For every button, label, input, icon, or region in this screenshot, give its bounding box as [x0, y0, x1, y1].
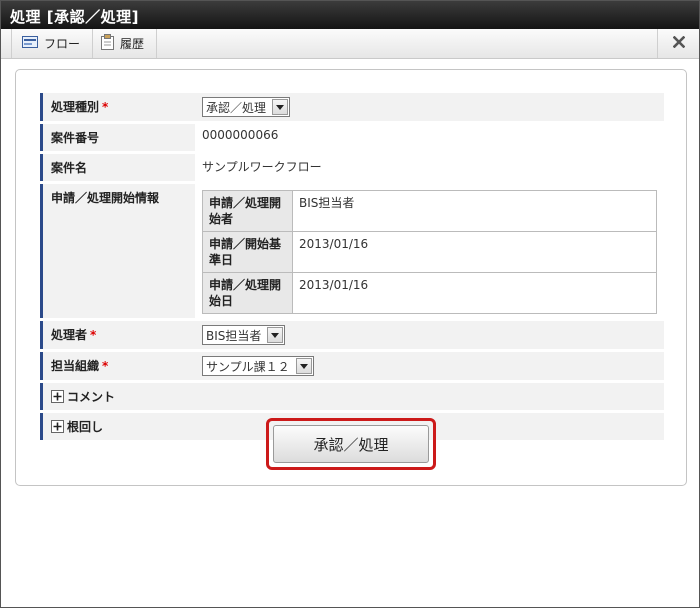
approve-process-button[interactable]: 承認／処理	[273, 425, 429, 463]
required-mark: *	[102, 100, 109, 114]
org-select[interactable]: サンプル課１２	[202, 356, 314, 376]
start-info-row: 申請／処理開始日 2013/01/16	[202, 272, 657, 314]
toolbar: フロー 履歴	[1, 29, 699, 59]
start-info-row-value: 2013/01/16	[292, 272, 657, 314]
label-start-info: 申請／処理開始情報	[40, 184, 195, 318]
start-info-row: 申請／処理開始者 BIS担当者	[202, 190, 657, 232]
chevron-down-icon	[267, 327, 284, 343]
case-name-value: サンプルワークフロー	[195, 154, 664, 181]
start-info-row-value: BIS担当者	[292, 190, 657, 232]
label-case-name: 案件名	[40, 154, 195, 181]
start-info-table: 申請／処理開始者 BIS担当者 申請／開始基準日 2013/01/16 申請／処…	[202, 190, 657, 314]
processor-value: BIS担当者	[206, 328, 262, 343]
processor-select[interactable]: BIS担当者	[202, 325, 286, 345]
history-button[interactable]: 履歴	[91, 29, 158, 58]
plus-icon	[51, 420, 64, 433]
label-process-type: 処理種別 *	[40, 93, 195, 121]
history-label: 履歴	[120, 37, 145, 51]
process-type-value: 承認／処理	[206, 100, 267, 115]
close-icon	[672, 35, 685, 51]
comment-expander[interactable]: コメント	[51, 388, 187, 405]
row-comment: コメント	[40, 383, 664, 410]
close-button[interactable]	[657, 29, 699, 58]
start-info-row: 申請／開始基準日 2013/01/16	[202, 231, 657, 273]
required-mark: *	[102, 359, 109, 373]
comment-label: コメント	[67, 390, 116, 404]
nemawashi-label: 根回し	[67, 420, 104, 434]
row-org: 担当組織 * サンプル課１２	[40, 352, 664, 380]
flow-icon	[22, 36, 38, 51]
chevron-down-icon	[295, 358, 312, 374]
label-org: 担当組織 *	[40, 352, 195, 380]
start-info-row-label: 申請／処理開始者	[202, 190, 293, 232]
row-processor: 処理者 * BIS担当者	[40, 321, 664, 349]
process-dialog: 処理 [承認／処理] フロー 履歴 処理種別 * 承認／処理 案件番号 0000…	[0, 0, 700, 608]
history-icon	[101, 34, 114, 53]
start-info-row-label: 申請／処理開始日	[202, 272, 293, 314]
plus-icon	[51, 390, 64, 403]
chevron-down-icon	[272, 99, 289, 115]
label-processor: 処理者 *	[40, 321, 195, 349]
org-value: サンプル課１２	[206, 359, 290, 374]
case-number-value: 0000000066	[195, 124, 664, 151]
row-case-number: 案件番号 0000000066	[40, 124, 664, 151]
start-info-row-value: 2013/01/16	[292, 231, 657, 273]
required-mark: *	[90, 328, 97, 342]
submit-highlight: 承認／処理	[266, 418, 436, 470]
form-panel: 処理種別 * 承認／処理 案件番号 0000000066 案件名 サンプルワークフ…	[15, 69, 687, 486]
process-type-select[interactable]: 承認／処理	[202, 97, 291, 117]
row-case-name: 案件名 サンプルワークフロー	[40, 154, 664, 181]
flow-button[interactable]: フロー	[11, 29, 94, 58]
row-process-type: 処理種別 * 承認／処理	[40, 93, 664, 121]
label-case-number: 案件番号	[40, 124, 195, 151]
form-table: 処理種別 * 承認／処理 案件番号 0000000066 案件名 サンプルワークフ…	[40, 90, 664, 443]
start-info-row-label: 申請／開始基準日	[202, 231, 293, 273]
flow-label: フロー	[44, 37, 81, 51]
nemawashi-expander[interactable]: 根回し	[51, 418, 187, 435]
row-start-info: 申請／処理開始情報 申請／処理開始者 BIS担当者 申請／開始基準日 2013/…	[40, 184, 664, 318]
window-title: 処理 [承認／処理]	[1, 1, 699, 29]
